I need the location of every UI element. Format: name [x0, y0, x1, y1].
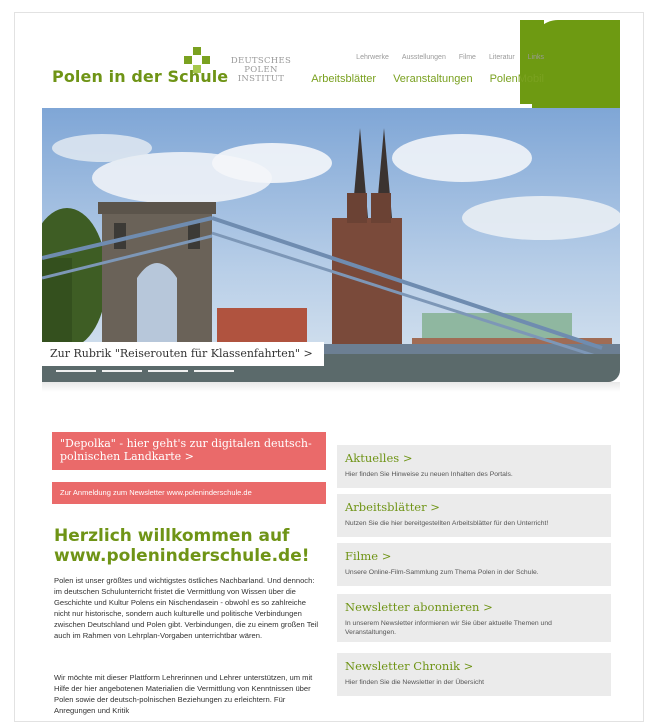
top-nav-ausstellungen[interactable]: Ausstellungen: [402, 54, 446, 61]
partner-logo[interactable]: DEUTSCHES POLEN INSTITUT: [228, 57, 294, 84]
top-nav-lehrwerke[interactable]: Lehrwerke: [356, 54, 389, 61]
slider-dot[interactable]: [194, 370, 234, 372]
hero-illustration: [42, 108, 620, 382]
newsletter-signup-banner[interactable]: Zur Anmeldung zum Newsletter www.polenin…: [52, 482, 326, 504]
card-title[interactable]: Newsletter abonnieren >: [345, 600, 603, 614]
depolka-map-banner[interactable]: "Depolka" - hier geht's zur digitalen de…: [52, 432, 326, 470]
card-newsletter-abonnieren[interactable]: Newsletter abonnieren > In unserem Newsl…: [337, 594, 611, 642]
card-title[interactable]: Aktuelles >: [345, 451, 603, 465]
slider-dot[interactable]: [102, 370, 142, 372]
main-nav-veranstaltungen[interactable]: Veranstaltungen: [393, 73, 473, 85]
card-title[interactable]: Filme >: [345, 549, 603, 563]
top-nav: Lehrwerke Ausstellungen Filme Literatur …: [356, 54, 544, 61]
card-filme[interactable]: Filme > Unsere Online-Film-Sammlung zum …: [337, 543, 611, 586]
partner-logo-line: INSTITUT: [237, 74, 285, 84]
top-nav-literatur[interactable]: Literatur: [489, 54, 515, 61]
card-title[interactable]: Arbeitsblätter >: [345, 500, 603, 514]
card-description: Nutzen Sie die hier bereitgestellten Arb…: [345, 520, 549, 527]
card-description: In unserem Newsletter informieren wir Si…: [345, 620, 552, 636]
logo-squares-icon: [184, 47, 210, 73]
top-nav-filme[interactable]: Filme: [459, 54, 476, 61]
main-nav-polenmobil[interactable]: PolenMobil: [490, 73, 544, 85]
intro-paragraph: Polen ist unser größtes und wichtigstes …: [54, 576, 319, 640]
hero-image[interactable]: [42, 108, 620, 382]
card-title[interactable]: Newsletter Chronik >: [345, 659, 603, 673]
card-description: Hier finden Sie Hinweise zu neuen Inhalt…: [345, 471, 513, 478]
card-aktuelles[interactable]: Aktuelles > Hier finden Sie Hinweise zu …: [337, 445, 611, 488]
main-nav-arbeitsblaetter[interactable]: Arbeitsblätter: [311, 73, 376, 85]
main-nav: Arbeitsblätter Veranstaltungen PolenMobi…: [311, 73, 544, 85]
card-description: Unsere Online-Film-Sammlung zum Thema Po…: [345, 569, 539, 576]
slider-dot[interactable]: [56, 370, 96, 372]
intro-paragraph-2: Wir möchte mit dieser Plattform Lehrerin…: [54, 673, 313, 715]
hero-shadow: [42, 382, 620, 392]
card-description: Hier finden Sie die Newsletter in der Üb…: [345, 679, 485, 686]
top-nav-links[interactable]: Links: [528, 54, 544, 61]
card-newsletter-chronik[interactable]: Newsletter Chronik > Hier finden Sie die…: [337, 653, 611, 696]
slider-indicators: [56, 370, 234, 372]
welcome-heading: Herzlich willkommen auf www.polenindersc…: [54, 526, 310, 566]
slider-dot[interactable]: [148, 370, 188, 372]
hero-caption-link[interactable]: Zur Rubrik "Reiserouten für Klassenfahrt…: [42, 342, 324, 366]
card-arbeitsblaetter[interactable]: Arbeitsblätter > Nutzen Sie die hier ber…: [337, 494, 611, 537]
